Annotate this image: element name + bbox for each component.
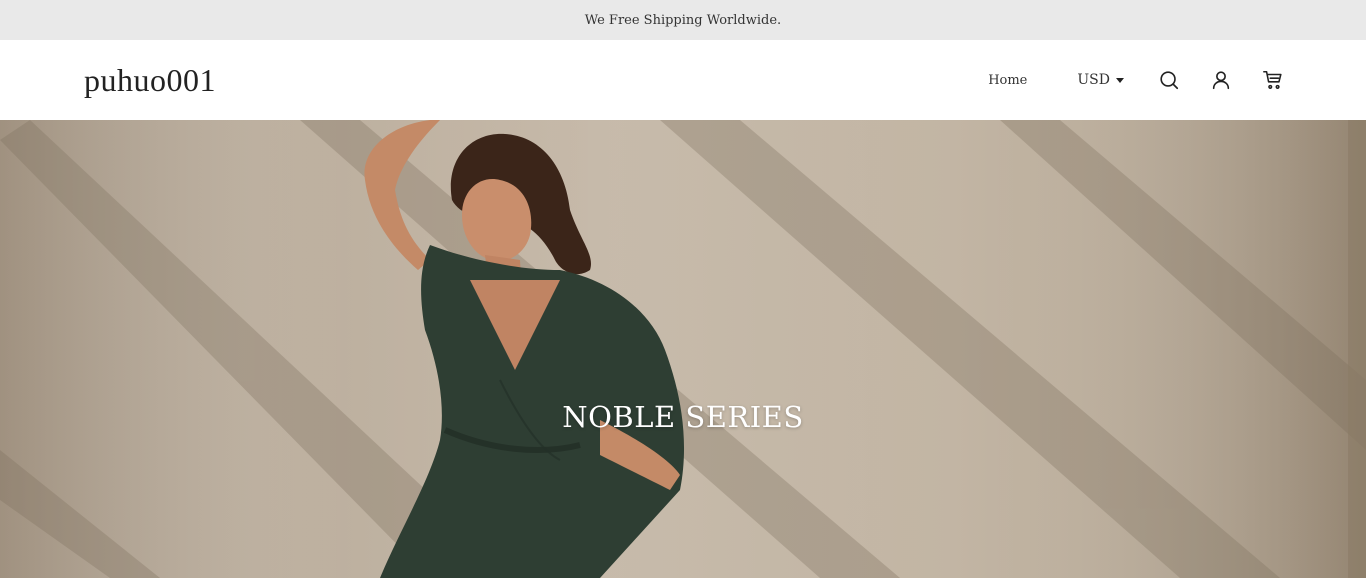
site-logo[interactable]: puhuo001: [84, 62, 216, 99]
currency-selector[interactable]: USD: [1077, 72, 1124, 88]
hero-banner[interactable]: NOBLE SERIES: [0, 120, 1366, 578]
nav-home-link[interactable]: Home: [988, 73, 1027, 88]
search-icon[interactable]: [1158, 69, 1180, 91]
hero-image: [0, 120, 1366, 578]
announcement-text: We Free Shipping Worldwide.: [584, 12, 782, 28]
currency-label: USD: [1077, 72, 1110, 88]
site-header: puhuo001 Home USD: [0, 40, 1366, 120]
caret-down-icon: [1116, 77, 1124, 83]
hero-title[interactable]: NOBLE SERIES: [0, 400, 1366, 434]
account-icon[interactable]: [1210, 69, 1232, 91]
header-nav: Home USD: [988, 69, 1284, 91]
cart-icon[interactable]: [1262, 69, 1284, 91]
announcement-bar: We Free Shipping Worldwide.: [0, 0, 1366, 40]
